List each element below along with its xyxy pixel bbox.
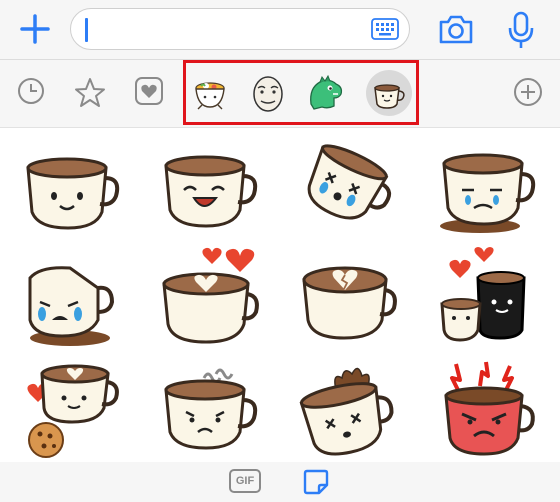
gif-button[interactable]: GIF: [229, 469, 261, 493]
sticker-coffee-love-hearts[interactable]: [160, 246, 260, 344]
bottom-bar: GIF: [0, 462, 560, 502]
sticker-coffee-frown[interactable]: [160, 364, 260, 454]
plus-icon[interactable]: [18, 12, 52, 46]
favorites-star-icon[interactable]: [73, 76, 107, 110]
recent-clock-icon[interactable]: [16, 76, 50, 110]
sticker-coffee-sad[interactable]: [438, 146, 538, 236]
sticker-coffee-laugh[interactable]: [160, 144, 260, 234]
sticker-tab-icon[interactable]: [302, 468, 330, 496]
ramen-pack-icon[interactable]: [190, 74, 230, 114]
coffee-pack-icon[interactable]: [369, 74, 409, 114]
camera-icon[interactable]: [437, 12, 475, 46]
sticker-coffee-smile[interactable]: [22, 146, 122, 236]
microphone-icon[interactable]: [506, 10, 536, 50]
composer-bar: [0, 0, 560, 60]
sticker-coffee-broken-heart[interactable]: [298, 256, 398, 346]
sticker-coffee-couple[interactable]: [438, 246, 538, 342]
sticker-tray: [0, 60, 560, 128]
message-input[interactable]: [70, 8, 410, 50]
keyboard-icon[interactable]: [371, 18, 399, 40]
add-pack-icon[interactable]: [512, 76, 546, 110]
sticker-grid: [0, 128, 560, 462]
sticker-coffee-crying[interactable]: [20, 258, 120, 348]
face-pack-icon[interactable]: [248, 74, 288, 114]
dinosaur-pack-icon[interactable]: [306, 74, 346, 114]
heart-pack-icon[interactable]: [134, 76, 168, 110]
sticker-coffee-splash[interactable]: [298, 360, 398, 456]
sticker-coffee-tipsy[interactable]: [298, 138, 398, 228]
sticker-coffee-angry[interactable]: [438, 360, 538, 456]
sticker-coffee-cookie[interactable]: [22, 362, 122, 458]
text-caret: [85, 18, 88, 42]
